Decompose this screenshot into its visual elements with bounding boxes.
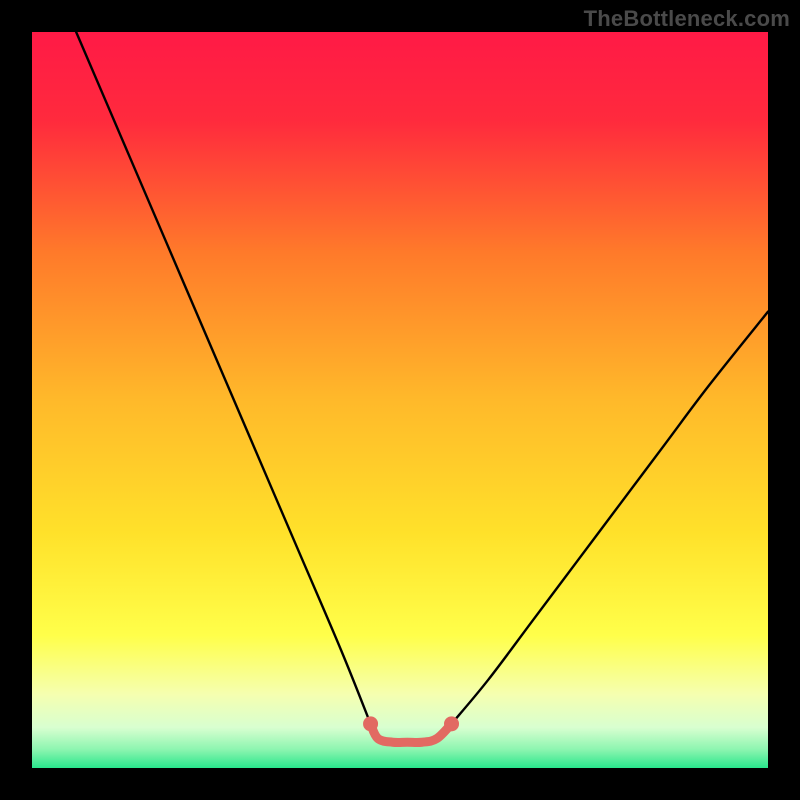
- trough-endpoint-marker: [444, 716, 459, 731]
- gradient-background: [32, 32, 768, 768]
- plot-area: [32, 32, 768, 768]
- watermark-text: TheBottleneck.com: [584, 6, 790, 32]
- chart-frame: TheBottleneck.com: [0, 0, 800, 800]
- trough-endpoint-marker: [363, 716, 378, 731]
- chart-svg: [32, 32, 768, 768]
